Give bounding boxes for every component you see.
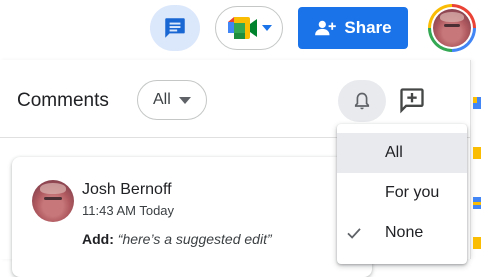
profile-photo: [433, 9, 471, 47]
add-comment-button[interactable]: [394, 80, 430, 120]
comment-author: Josh Bernoff: [82, 181, 172, 198]
menu-item-label: For you: [385, 184, 440, 201]
top-toolbar: Share: [0, 0, 483, 60]
avatar: [32, 180, 74, 222]
notification-menu: All For you None: [337, 124, 467, 264]
comment-history-button[interactable]: [150, 5, 200, 51]
meet-button[interactable]: [215, 6, 283, 50]
menu-item-label: All: [385, 144, 403, 161]
google-meet-icon: [228, 17, 257, 39]
comment-filter-dropdown[interactable]: All: [137, 80, 207, 120]
suggestion-action: Add:: [82, 231, 114, 247]
doc-edge-marker: [471, 196, 483, 210]
menu-item-for-you[interactable]: For you: [337, 173, 467, 213]
comment-timestamp: 11:43 AM Today: [82, 203, 175, 218]
account-avatar[interactable]: [428, 4, 476, 52]
person-add-icon: [315, 20, 337, 36]
share-label: Share: [344, 18, 392, 37]
menu-item-none[interactable]: None: [337, 213, 467, 253]
doc-edge-marker: [471, 236, 483, 250]
comment-history-icon: [165, 18, 185, 38]
menu-item-label: None: [385, 224, 424, 241]
checkmark-icon: [347, 228, 361, 239]
chevron-down-icon: [262, 25, 272, 31]
bell-icon: [354, 92, 370, 110]
panel-title: Comments: [17, 90, 109, 111]
add-comment-icon: [400, 88, 424, 114]
chevron-down-icon: [178, 96, 191, 104]
doc-edge-marker: [471, 146, 483, 160]
doc-edge-marker: [471, 96, 483, 110]
filter-selected-value: All: [153, 91, 171, 108]
menu-item-all[interactable]: All: [337, 133, 467, 173]
suggestion-text: “here’s a suggested edit”: [117, 231, 272, 247]
share-button[interactable]: Share: [298, 7, 408, 49]
notification-settings-button[interactable]: [338, 80, 386, 122]
comment-card[interactable]: Josh Bernoff 11:43 AM Today Add: “here’s…: [12, 157, 372, 277]
comment-suggestion: Add: “here’s a suggested edit”: [82, 231, 272, 247]
